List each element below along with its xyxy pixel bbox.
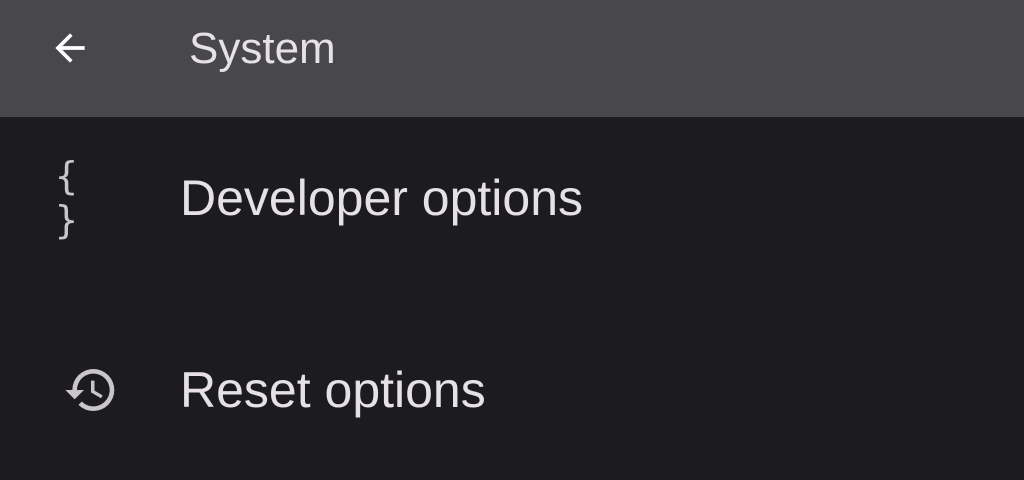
history-icon: [55, 360, 127, 420]
list-item-label: Developer options: [180, 170, 584, 226]
list-item-label: Reset options: [180, 362, 486, 418]
top-app-bar: System: [0, 0, 1024, 117]
arrow-back-icon: [55, 33, 85, 63]
back-button[interactable]: [40, 20, 100, 76]
page-title: System: [189, 24, 336, 73]
code-braces-icon: { }: [55, 154, 127, 242]
list-item-developer-options[interactable]: { } Developer options: [0, 154, 1024, 288]
list-item-reset-options[interactable]: Reset options: [0, 360, 1024, 480]
code-braces-glyph: { }: [55, 154, 84, 242]
